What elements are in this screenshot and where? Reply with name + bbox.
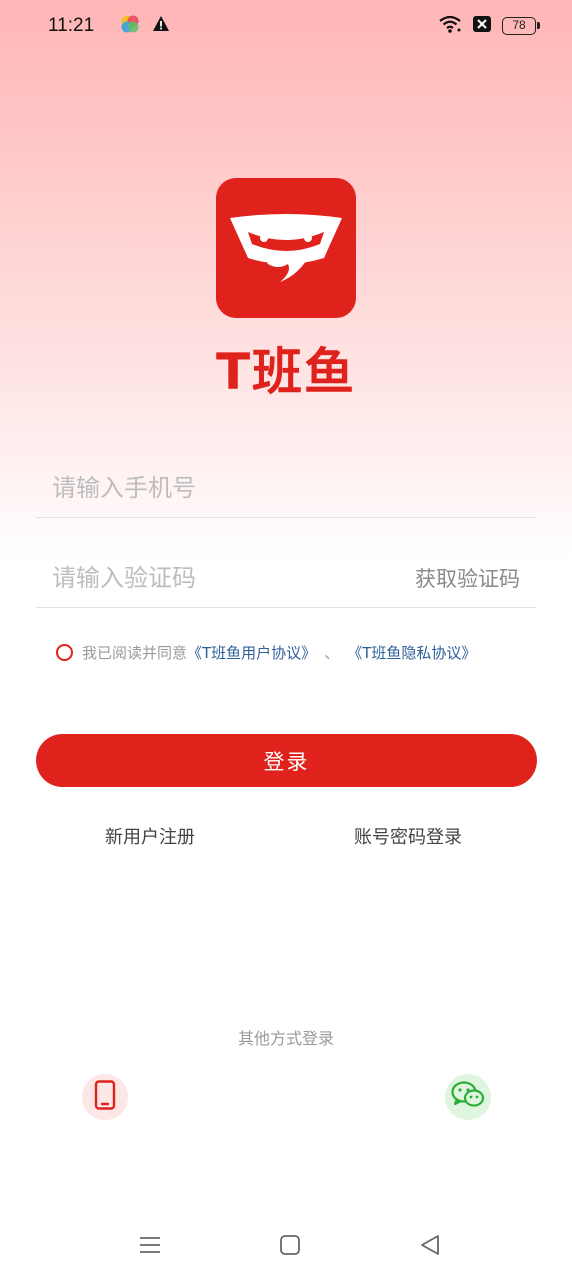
register-link[interactable]: 新用户注册 (105, 823, 195, 849)
warning-icon (152, 15, 170, 37)
login-button[interactable]: 登录 (36, 734, 537, 787)
sim-off-icon (472, 15, 492, 37)
status-left-icons (120, 14, 170, 38)
home-icon[interactable] (276, 1231, 304, 1259)
user-agreement-link[interactable]: 《T班鱼用户协议》 (187, 642, 316, 663)
app-logo (216, 178, 356, 318)
status-time: 11:21 (48, 15, 95, 36)
phone-login-button[interactable] (82, 1074, 128, 1120)
phone-input[interactable] (36, 473, 536, 502)
colorful-app-icon (120, 14, 140, 38)
agreement-prefix: 我已阅读并同意 (82, 644, 188, 662)
code-input[interactable] (36, 563, 415, 592)
phone-icon (93, 1080, 117, 1114)
agreement-radio[interactable] (56, 644, 73, 661)
phone-field (36, 458, 536, 518)
status-bar: 11:21 78 (0, 0, 572, 52)
agreement-row: 我已阅读并同意 《T班鱼用户协议》 、 《T班鱼隐私协议》 (56, 642, 476, 663)
system-nav-bar (0, 1218, 572, 1272)
battery-icon: 78 (502, 17, 540, 35)
status-right-icons: 78 (438, 14, 540, 38)
get-code-button[interactable]: 获取验证码 (415, 563, 536, 593)
code-field: 获取验证码 (36, 548, 536, 608)
wifi-icon (438, 14, 462, 38)
privacy-agreement-link[interactable]: 《T班鱼隐私协议》 (347, 642, 476, 663)
back-icon[interactable] (416, 1231, 444, 1259)
agreement-separator: 、 (324, 644, 340, 662)
wechat-login-button[interactable] (445, 1074, 491, 1120)
password-login-link[interactable]: 账号密码登录 (354, 823, 462, 849)
other-login-title: 其他方式登录 (237, 1029, 334, 1048)
brand-name: T班鱼 (215, 343, 357, 401)
fish-logo-icon (216, 178, 356, 318)
wechat-icon (451, 1081, 485, 1113)
menu-icon[interactable] (136, 1231, 164, 1259)
